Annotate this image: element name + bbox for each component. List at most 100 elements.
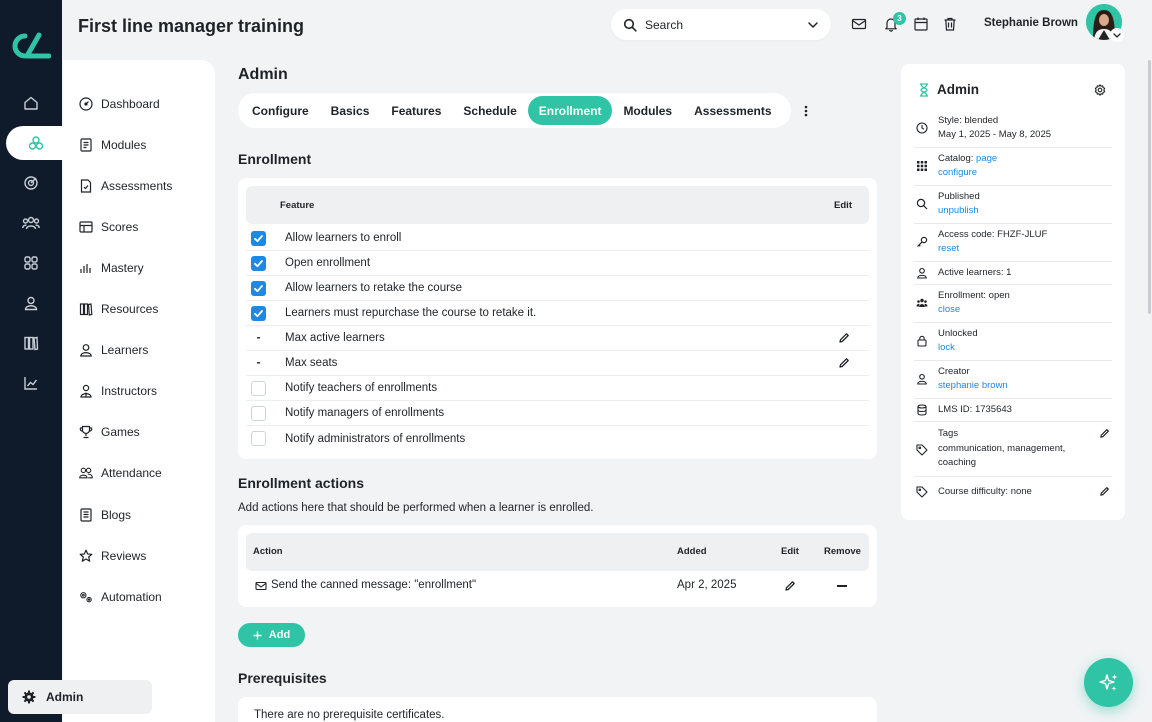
mail-icon[interactable] (851, 16, 867, 32)
search-placeholder: Search (645, 17, 684, 32)
more-vertical-icon[interactable] (800, 104, 812, 118)
catalog-label: Catalog: (938, 153, 974, 164)
creator-link[interactable]: stephanie brown (938, 379, 1008, 393)
subnav-item-modules[interactable]: Modules (79, 134, 146, 156)
active-learners: Active learners: 1 (938, 267, 1012, 278)
col-edit: Edit (834, 200, 852, 211)
subnav-item-scores[interactable]: Scores (79, 216, 138, 238)
checkbox-unchecked[interactable] (251, 431, 266, 446)
tab-configure[interactable]: Configure (241, 96, 320, 125)
panel-row-unlocked: Unlocked lock (914, 326, 1112, 361)
rail-library-icon[interactable] (0, 326, 62, 360)
checkbox-checked[interactable] (251, 305, 266, 321)
subnav-item-label: Automation (101, 590, 162, 604)
chevron-down-icon[interactable] (807, 19, 819, 31)
subnav-item-label: Resources (101, 302, 159, 316)
rail-home-icon[interactable] (0, 86, 62, 120)
avatar-menu-chevron-icon[interactable] (1110, 28, 1124, 42)
published-label: Published (938, 191, 980, 202)
reset-link[interactable]: reset (938, 242, 959, 256)
rail-analytics-icon[interactable] (0, 366, 62, 400)
feature-label: Max seats (285, 357, 338, 369)
subnav-item-reviews[interactable]: Reviews (79, 545, 146, 567)
catalog-configure-link[interactable]: configure (938, 166, 977, 180)
mastery-icon (79, 261, 93, 275)
feature-label: Learners must repurchase the course to r… (285, 307, 537, 319)
edit-tags-pencil-icon[interactable] (1099, 428, 1110, 439)
panel-row-creator: Creator stephanie brown (914, 364, 1112, 399)
subnav-item-label: Learners (101, 343, 149, 357)
prerequisites-card: There are no prerequisite certificates. (238, 697, 877, 722)
app-logo-icon[interactable] (9, 32, 51, 60)
sparkle-icon (1098, 673, 1117, 691)
prerequisites-empty-text: There are no prerequisite certificates. (254, 709, 445, 721)
instructors-icon (79, 384, 93, 398)
subnav-item-blogs[interactable]: Blogs (79, 504, 131, 526)
tags-value-line1: communication, management, (938, 443, 1066, 454)
icon-rail (0, 0, 66, 722)
panel-row-enrollment: Enrollment: open close (914, 288, 1112, 323)
add-action-button[interactable]: Add (238, 623, 305, 647)
search-input[interactable]: Search (611, 9, 831, 40)
settings-gear-icon[interactable] (1094, 84, 1106, 96)
calendar-icon[interactable] (913, 16, 929, 32)
panel-row-lms-id: LMS ID: 1735643 (914, 402, 1112, 422)
list-item: Open enrollment (246, 251, 869, 276)
checkbox-unchecked[interactable] (251, 380, 266, 396)
assessments-icon (79, 179, 93, 193)
subnav-item-mastery[interactable]: Mastery (79, 257, 144, 279)
subnav-item-games[interactable]: Games (79, 421, 140, 443)
tab-schedule[interactable]: Schedule (452, 96, 527, 125)
learners-icon (79, 343, 93, 357)
edit-pencil-icon[interactable] (784, 580, 796, 592)
tab-modules[interactable]: Modules (612, 96, 683, 125)
subnav-item-learners[interactable]: Learners (79, 339, 148, 361)
lms-id: LMS ID: 1735643 (938, 404, 1012, 415)
unlocked-label: Unlocked (938, 328, 978, 339)
subnav-item-instructors[interactable]: Instructors (79, 380, 157, 402)
feature-label: Allow learners to enroll (285, 232, 402, 244)
list-item: Notify managers of enrollments (246, 401, 869, 426)
edit-pencil-icon[interactable] (838, 332, 850, 344)
unpublish-link[interactable]: unpublish (938, 204, 979, 218)
rail-courses-icon[interactable] (6, 126, 66, 160)
remove-icon[interactable] (837, 585, 847, 587)
checkbox-checked[interactable] (251, 255, 266, 271)
close-enrollment-link[interactable]: close (938, 303, 960, 317)
edit-difficulty-pencil-icon[interactable] (1099, 486, 1110, 497)
subnav-item-attendance[interactable]: Attendance (79, 462, 162, 484)
secondary-nav: Dashboard Modules Assessments Scores Mas… (63, 60, 215, 722)
checkbox-checked[interactable] (251, 280, 266, 296)
tab-basics[interactable]: Basics (320, 96, 381, 125)
subnav-item-admin[interactable]: Admin (8, 680, 152, 714)
rail-goals-icon[interactable] (0, 166, 62, 200)
rail-user-icon[interactable] (0, 286, 62, 320)
subnav-item-resources[interactable]: Resources (79, 298, 158, 320)
subnav-item-dashboard[interactable]: Dashboard (79, 93, 160, 115)
subnav-item-assessments[interactable]: Assessments (79, 175, 172, 197)
rail-people-icon[interactable] (0, 206, 62, 240)
grid-icon (917, 161, 927, 171)
subnav-item-automation[interactable]: Automation (79, 586, 162, 608)
tab-features[interactable]: Features (380, 96, 452, 125)
tab-assessments[interactable]: Assessments (683, 96, 782, 125)
edit-pencil-icon[interactable] (838, 357, 850, 369)
rail-apps-icon[interactable] (0, 246, 62, 280)
page-scrollbar[interactable] (1148, 60, 1151, 314)
trash-icon[interactable] (942, 16, 958, 32)
ai-assistant-button[interactable] (1084, 658, 1133, 707)
page-title: First line manager training (78, 16, 305, 36)
user-name[interactable]: Stephanie Brown (984, 17, 1078, 29)
lock-link[interactable]: lock (938, 341, 955, 355)
scores-icon (79, 220, 93, 234)
checkbox-unchecked[interactable] (251, 405, 266, 421)
col-remove: Remove (824, 546, 861, 557)
modules-icon (79, 138, 93, 152)
panel-row-tags: Tags communication, management, coaching (914, 427, 1112, 477)
tab-enrollment[interactable]: Enrollment (527, 96, 613, 125)
resources-icon (79, 302, 93, 316)
lock-icon (917, 335, 927, 347)
unset-value-dash: - (256, 357, 261, 369)
catalog-page-link[interactable]: page (976, 153, 997, 164)
checkbox-checked[interactable] (251, 230, 266, 246)
